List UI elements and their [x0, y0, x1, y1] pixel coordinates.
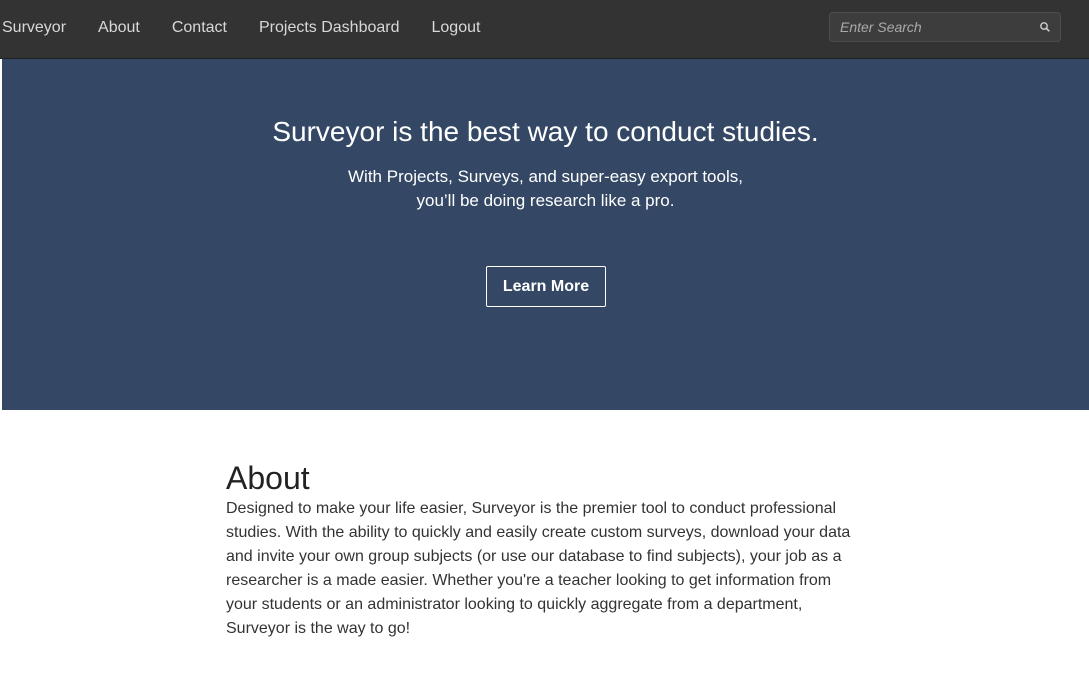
nav-contact-link[interactable]: Contact [172, 18, 227, 38]
hero-banner: Surveyor is the best way to conduct stud… [2, 59, 1089, 410]
hero-title: Surveyor is the best way to conduct stud… [272, 116, 819, 147]
nav-logout-link[interactable]: Logout [432, 18, 481, 38]
nav-projects-dashboard-link[interactable]: Projects Dashboard [259, 18, 400, 38]
search-box [829, 12, 1061, 42]
learn-more-button[interactable]: Learn More [486, 266, 606, 307]
nav-links: Surveyor About Contact Projects Dashboar… [0, 0, 512, 56]
about-body-text: Designed to make your life easier, Surve… [226, 500, 851, 637]
search-button[interactable] [1036, 18, 1054, 36]
brand-link[interactable]: Surveyor [2, 18, 66, 38]
search-icon [1040, 22, 1050, 32]
about-heading: About [226, 460, 310, 496]
nav-about-link[interactable]: About [98, 18, 140, 38]
search-input[interactable] [830, 13, 1025, 41]
hero-subtitle: With Projects, Surveys, and super-easy e… [348, 167, 743, 210]
top-navbar: Surveyor About Contact Projects Dashboar… [0, 0, 1089, 59]
